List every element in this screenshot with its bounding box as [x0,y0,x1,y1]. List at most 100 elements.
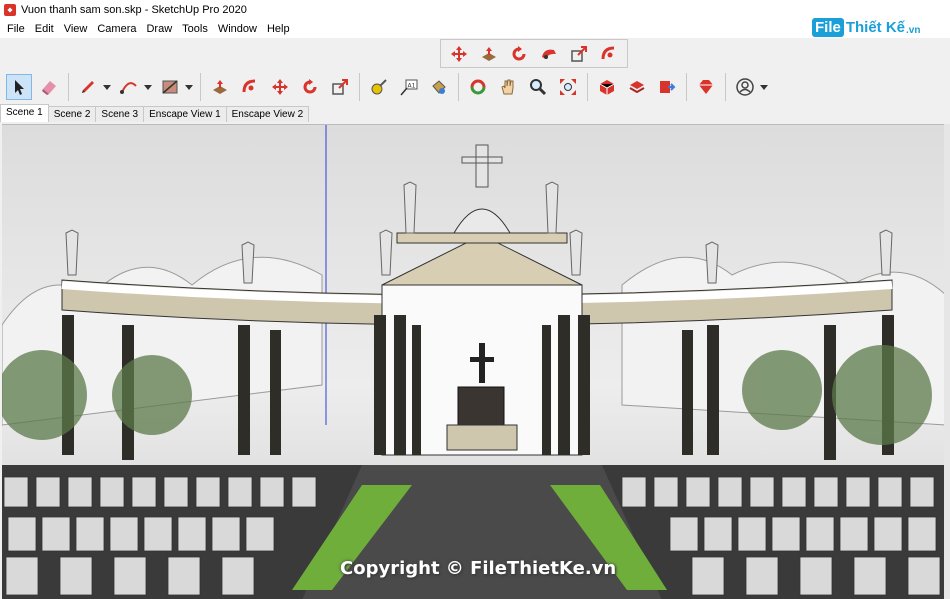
zoom-icon [530,79,547,96]
eraser-tool-button[interactable] [36,74,62,100]
svg-text:A1: A1 [408,83,416,90]
arc-tool-button[interactable] [116,74,142,100]
select-icon [15,80,24,95]
pencil-dropdown-caret[interactable] [103,84,111,90]
offset-tool-button[interactable] [596,41,622,67]
menu-window[interactable]: Window [213,23,262,35]
christ-statue [461,144,503,188]
logo-box: File [812,17,844,37]
layout-send-button[interactable] [654,74,680,100]
scale-icon [332,79,348,95]
toolbar-separator [458,73,459,101]
move-tool-button[interactable] [446,41,472,67]
ruby-console-button[interactable] [693,74,719,100]
menu-edit[interactable]: Edit [30,23,59,35]
follow-me-tool-button[interactable] [536,41,562,67]
paint-bucket-icon [432,80,446,94]
tab-scene-3[interactable]: Scene 3 [95,106,145,122]
menu-file[interactable]: File [2,23,30,35]
scene-tabs: Scene 1 Scene 2 Scene 3 Enscape View 1 E… [0,104,310,122]
pencil-tool-button[interactable] [75,74,101,100]
toolbar-separator [587,73,588,101]
pencil-icon [82,81,94,93]
offset-tool-button-main[interactable] [237,74,263,100]
push-pull-tool-button-main[interactable] [207,74,233,100]
rectangle-dropdown-caret[interactable] [185,84,193,90]
text-icon: A1 [400,79,418,96]
toolbar-separator [686,73,687,101]
pan-icon [501,79,514,95]
tab-scene-1[interactable]: Scene 1 [0,104,49,122]
ruby-icon [699,80,713,94]
rotate-icon [303,79,317,94]
edit-toolbar [440,39,628,68]
move-tool-button-main[interactable] [267,74,293,100]
viewport-scrollbar[interactable] [944,124,950,599]
scale-icon [571,45,587,62]
sketchup-app-icon [4,4,16,16]
menu-help[interactable]: Help [262,23,295,35]
menu-view[interactable]: View [59,23,93,35]
menu-draw[interactable]: Draw [141,23,177,35]
layout-icon [660,81,676,93]
paint-bucket-tool-button[interactable] [426,74,452,100]
offset-icon [601,46,615,59]
title-bar: Vuon thanh sam son.skp - SketchUp Pro 20… [0,0,950,20]
follow-me-icon [542,49,556,59]
filethietke-logo: File Thiết Kế .vn [812,14,920,40]
move-icon [451,45,467,62]
logo-suffix: .vn [906,24,921,36]
push-pull-icon [482,46,496,61]
main-toolbar: A1 [4,70,771,104]
extension-warehouse-button[interactable] [624,74,650,100]
logo-text: Thiết Kế [845,18,906,36]
orbit-tool-button[interactable] [465,74,491,100]
copyright-watermark: Copyright © FileThietKe.vn [340,558,617,579]
eraser-icon [42,81,56,95]
scale-tool-button-main[interactable] [327,74,353,100]
zoom-extents-tool-button[interactable] [555,74,581,100]
toolbar-separator [68,73,69,101]
move-icon [272,79,288,95]
rectangle-tool-button[interactable] [157,74,183,100]
rotate-tool-button[interactable] [506,41,532,67]
rotate-icon [512,45,526,60]
offset-icon [242,79,256,93]
tab-scene-2[interactable]: Scene 2 [47,106,97,122]
tab-enscape-view-2[interactable]: Enscape View 2 [225,106,310,122]
3d-warehouse-button[interactable] [594,74,620,100]
menu-tools[interactable]: Tools [177,23,213,35]
select-tool-button[interactable] [6,74,32,100]
rotate-tool-button-main[interactable] [297,74,323,100]
menu-bar: File Edit View Camera Draw Tools Window … [0,20,950,38]
arc-dropdown-caret[interactable] [144,84,152,90]
tape-measure-icon [371,79,387,95]
menu-camera[interactable]: Camera [92,23,141,35]
model-scene [2,125,946,599]
tab-enscape-view-1[interactable]: Enscape View 1 [143,106,227,122]
pan-tool-button[interactable] [495,74,521,100]
temple-dome [453,208,511,234]
push-pull-icon [213,80,227,94]
account-dropdown-caret[interactable] [760,84,768,90]
model-viewport[interactable] [2,124,946,599]
zoom-extents-icon [560,79,576,95]
altar [457,386,505,428]
toolbar-separator [725,73,726,101]
orbit-icon [470,79,486,95]
tape-measure-tool-button[interactable] [366,74,392,100]
user-icon [736,78,754,96]
zoom-tool-button[interactable] [525,74,551,100]
altar-table [446,424,518,451]
extension-warehouse-icon [629,81,645,94]
scale-tool-button[interactable] [566,41,592,67]
toolbar-separator [359,73,360,101]
3d-warehouse-icon [599,80,615,95]
push-pull-tool-button[interactable] [476,41,502,67]
text-tool-button[interactable]: A1 [396,74,422,100]
rectangle-icon [162,80,178,94]
toolbar-separator [200,73,201,101]
account-button[interactable] [732,74,758,100]
window-title: Vuon thanh sam son.skp - SketchUp Pro 20… [21,4,247,16]
arc-icon [120,82,137,94]
